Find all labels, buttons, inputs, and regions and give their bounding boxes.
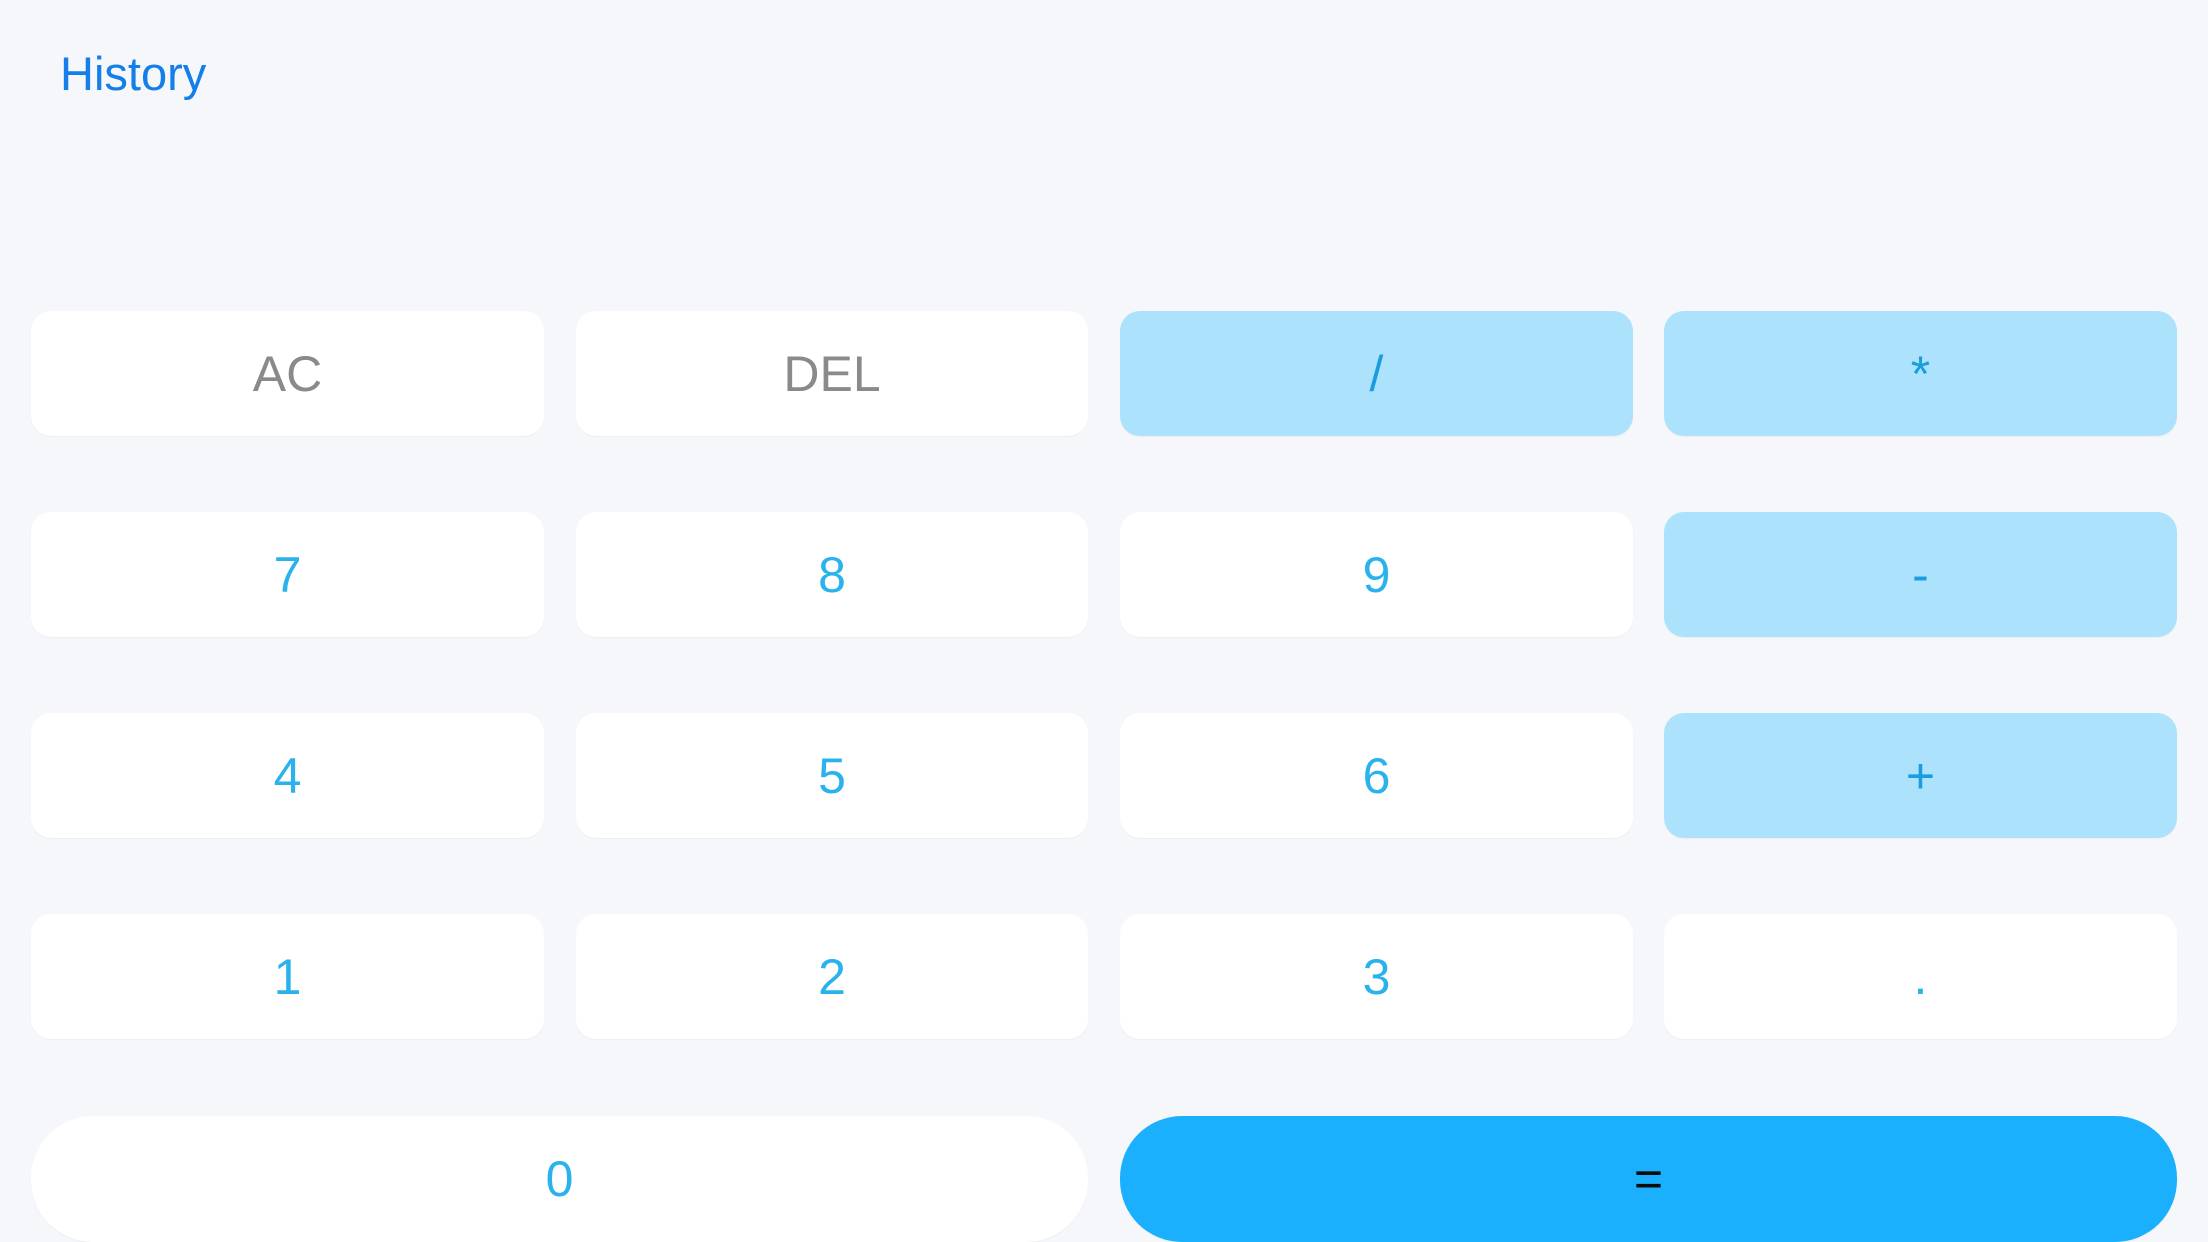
delete-button[interactable]: DEL [576,311,1088,436]
digit-9-button[interactable]: 9 [1120,512,1633,637]
decimal-point-button[interactable]: . [1664,914,2177,1039]
digit-5-button[interactable]: 5 [576,713,1088,838]
multiply-button[interactable]: * [1664,311,2177,436]
divide-button[interactable]: / [1120,311,1633,436]
digit-0-button[interactable]: 0 [31,1116,1088,1242]
history-link[interactable]: History [60,44,206,104]
digit-2-button[interactable]: 2 [576,914,1088,1039]
result-display [60,140,2148,280]
digit-3-button[interactable]: 3 [1120,914,1633,1039]
digit-4-button[interactable]: 4 [31,713,544,838]
subtract-button[interactable]: - [1664,512,2177,637]
digit-1-button[interactable]: 1 [31,914,544,1039]
add-button[interactable]: + [1664,713,2177,838]
digit-6-button[interactable]: 6 [1120,713,1633,838]
digit-8-button[interactable]: 8 [576,512,1088,637]
equals-button[interactable]: = [1120,1116,2177,1242]
digit-7-button[interactable]: 7 [31,512,544,637]
clear-all-button[interactable]: AC [31,311,544,436]
